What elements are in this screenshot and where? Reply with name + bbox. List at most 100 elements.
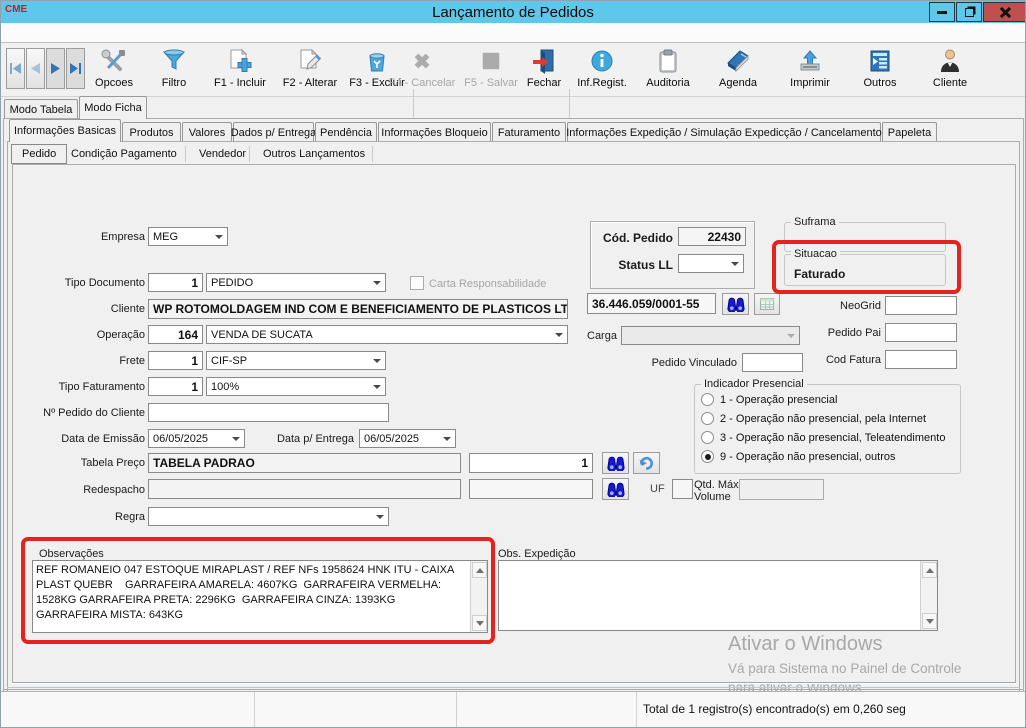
opcoes-button[interactable]: Opcoes <box>85 46 143 95</box>
last-record-icon <box>69 63 82 74</box>
first-record-button[interactable] <box>6 48 25 89</box>
carga-label: Carga <box>587 330 617 342</box>
outros-button[interactable]: Outros <box>853 46 907 95</box>
last-record-button[interactable] <box>66 48 85 89</box>
tab-label: Informações Basicas <box>14 125 116 137</box>
data-entrega-picker[interactable]: 06/05/2025 <box>359 429 456 448</box>
inf-regist-button[interactable]: Inf.Regist. <box>573 46 631 95</box>
tab-informacoes-bloqueio[interactable]: Informações Bloqueio <box>378 122 491 142</box>
tabela-preco-refresh-button[interactable] <box>633 452 660 474</box>
situacao-label: Situacao <box>791 248 840 260</box>
frete-code[interactable]: 1 <box>148 351 203 370</box>
toolbar-button-label: Inf.Regist. <box>577 77 627 89</box>
cliente-value: WP ROTOMOLDAGEM IND COM E BENEFICIAMENTO… <box>153 302 568 316</box>
empresa-combo[interactable]: MEG <box>148 227 228 246</box>
tabela-preco-code[interactable]: 1 <box>469 453 593 473</box>
save-icon <box>479 46 503 76</box>
tab-produtos[interactable]: Produtos <box>122 122 181 142</box>
toolbar: Opcoes Filtro F1 - Incluir F2 - Alterar … <box>1 43 1025 97</box>
agenda-button[interactable]: Agenda <box>709 46 767 95</box>
alterar-button[interactable]: F2 - Alterar <box>275 46 345 95</box>
tipo-documento-code[interactable]: 1 <box>148 273 203 292</box>
subtab-vendedor[interactable]: Vendedor <box>189 144 256 164</box>
tab-modo-tabela[interactable]: Modo Tabela <box>4 99 78 119</box>
uf-field[interactable] <box>672 479 693 499</box>
status-divider <box>254 692 255 728</box>
imprimir-button[interactable]: Imprimir <box>782 46 838 95</box>
radio-nao-presencial-teleatendimento[interactable]: 3 - Operação não presencial, Teleatendim… <box>701 431 945 444</box>
list-window-icon <box>867 46 893 76</box>
radio-label: 2 - Operação não presencial, pela Intern… <box>720 413 926 425</box>
tab-label: Papeleta <box>888 127 931 139</box>
frete-label: Frete <box>5 355 145 367</box>
neogrid-field[interactable] <box>885 296 957 315</box>
scroll-up-icon[interactable] <box>472 562 487 578</box>
cliente-search-button[interactable] <box>722 293 749 315</box>
app-window: CME Lançamento de Pedidos Opcoes Filtro <box>0 0 1026 728</box>
tab-label: Valores <box>189 127 225 139</box>
cancel-icon <box>410 46 434 76</box>
subtab-label: Outros Lançamentos <box>263 148 365 160</box>
data-emissao-value: 06/05/2025 <box>153 433 228 445</box>
fechar-button[interactable]: Fechar <box>522 46 566 95</box>
operacao-combo[interactable]: VENDA DE SUCATA <box>206 325 568 344</box>
tab-modo-ficha[interactable]: Modo Ficha <box>79 96 147 119</box>
subtab-outros-lancamentos[interactable]: Outros Lançamentos <box>253 144 375 164</box>
obs-expedicao-scrollbar[interactable] <box>920 561 937 630</box>
qtd-max-label-line1: Qtd. Máx. <box>694 479 742 491</box>
incluir-button[interactable]: F1 - Incluir <box>206 46 274 95</box>
carta-responsabilidade-checkbox[interactable] <box>410 276 424 290</box>
observacoes-scrollbar[interactable] <box>470 561 487 632</box>
record-count-status: Total de 1 registro(s) encontrado(s) em … <box>643 702 906 716</box>
cliente-grid-button[interactable] <box>754 293 780 315</box>
operacao-code[interactable]: 164 <box>148 325 203 344</box>
next-record-button[interactable] <box>46 48 65 89</box>
scroll-up-icon[interactable] <box>922 562 937 578</box>
minimize-button[interactable] <box>929 2 955 22</box>
tab-dados-entrega[interactable]: Dados p/ Entrega <box>233 122 314 142</box>
tipo-documento-value: PEDIDO <box>211 277 369 289</box>
tab-informacoes-expedicao[interactable]: Informações Expedição / Simulação Expedi… <box>567 122 881 142</box>
cliente-button[interactable]: Cliente <box>923 46 977 95</box>
restore-button[interactable] <box>956 2 982 22</box>
title-bar: CME Lançamento de Pedidos <box>1 1 1025 23</box>
subtab-label: Pedido <box>22 148 56 160</box>
filtro-button[interactable]: Filtro <box>147 46 201 95</box>
tab-informacoes-basicas[interactable]: Informações Basicas <box>9 119 121 142</box>
cod-fatura-field[interactable] <box>885 350 957 369</box>
subtab-condicao-pagamento[interactable]: Condição Pagamento <box>61 144 187 164</box>
qtd-max-volume-field[interactable] <box>739 479 824 500</box>
scroll-down-icon[interactable] <box>922 613 937 629</box>
tabela-preco-code-value: 1 <box>581 456 588 470</box>
regra-combo[interactable] <box>148 507 389 526</box>
operacao-code-value: 164 <box>178 328 198 342</box>
exit-door-icon <box>531 46 557 76</box>
tabela-preco-search-button[interactable] <box>602 452 629 474</box>
frete-code-value: 1 <box>191 354 198 368</box>
previous-record-button[interactable] <box>26 48 45 89</box>
tab-valores[interactable]: Valores <box>182 122 232 142</box>
tipo-documento-combo[interactable]: PEDIDO <box>206 273 386 292</box>
radio-nao-presencial-internet[interactable]: 2 - Operação não presencial, pela Intern… <box>701 412 926 425</box>
tab-label: Pendência <box>320 127 372 139</box>
tipo-faturamento-code[interactable]: 1 <box>148 377 203 396</box>
tab-pendencia[interactable]: Pendência <box>315 122 377 142</box>
close-button[interactable] <box>983 2 1026 22</box>
status-ll-combo[interactable] <box>678 254 744 273</box>
radio-operacao-presencial[interactable]: 1 - Operação presencial <box>701 393 837 406</box>
auditoria-button[interactable]: Auditoria <box>639 46 697 95</box>
redespacho-search-button[interactable] <box>602 478 629 500</box>
num-pedido-cliente-input[interactable] <box>148 403 389 422</box>
redespacho-code[interactable] <box>469 479 593 499</box>
data-emissao-picker[interactable]: 06/05/2025 <box>148 429 245 448</box>
frete-combo[interactable]: CIF-SP <box>206 351 386 370</box>
tipo-faturamento-combo[interactable]: 100% <box>206 377 386 396</box>
subtab-pedido[interactable]: Pedido <box>11 144 67 164</box>
observacoes-textarea[interactable]: REF ROMANEIO 047 ESTOQUE MIRAPLAST / REF… <box>32 560 488 633</box>
obs-expedicao-textarea[interactable] <box>498 560 938 631</box>
pedido-pai-field[interactable] <box>885 323 957 342</box>
tab-papeleta[interactable]: Papeleta <box>882 122 937 142</box>
radio-nao-presencial-outros[interactable]: 9 - Operação não presencial, outros <box>701 450 896 463</box>
tab-faturamento[interactable]: Faturamento <box>492 122 566 142</box>
scroll-down-icon[interactable] <box>472 615 487 631</box>
